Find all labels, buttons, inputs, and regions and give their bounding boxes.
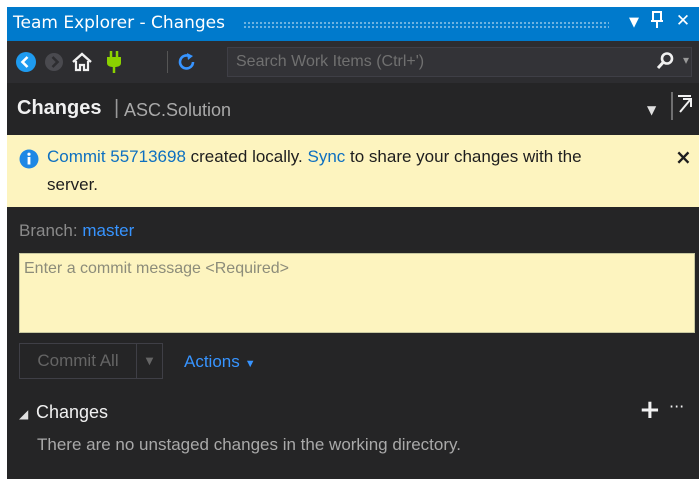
info-message-line1: Commit 55713698 created locally. Sync to… <box>47 147 582 167</box>
more-options-icon[interactable]: ··· <box>669 397 684 416</box>
popout-icon[interactable] <box>671 91 693 125</box>
collapse-triangle-icon[interactable]: ◢ <box>19 407 28 421</box>
back-arrow-icon <box>16 52 36 72</box>
info-bar: Commit 55713698 created locally. Sync to… <box>7 135 699 207</box>
window-dropdown-icon[interactable]: ▼ <box>625 15 643 30</box>
add-icon[interactable]: + <box>639 395 661 425</box>
page-header: Changes | ASC.Solution ▼ <box>7 83 699 135</box>
actions-label: Actions <box>184 352 240 371</box>
pin-icon[interactable] <box>648 11 666 34</box>
commit-message-input[interactable]: Enter a commit message <Required> <box>24 260 289 278</box>
commit-message-box[interactable]: Enter a commit message <Required> <box>19 253 695 333</box>
commit-dropdown-button[interactable]: ▼ <box>137 343 163 379</box>
plug-icon <box>107 51 121 73</box>
solution-context: ASC.Solution <box>124 100 232 120</box>
forward-button[interactable] <box>41 49 67 75</box>
refresh-button[interactable] <box>174 49 200 75</box>
page-dropdown-icon[interactable]: ▼ <box>647 103 656 117</box>
page-title: Changes <box>17 97 102 119</box>
title-separator: | <box>114 97 120 119</box>
toolbar-separator <box>167 51 168 73</box>
search-dropdown-icon[interactable]: ▾ <box>683 53 689 67</box>
home-icon <box>72 52 92 72</box>
actions-menu[interactable]: Actions ▼ <box>184 352 256 372</box>
close-window-icon[interactable]: ✕ <box>674 11 692 31</box>
search-input[interactable]: Search Work Items (Ctrl+') <box>236 53 424 71</box>
changes-section-title[interactable]: Changes <box>36 402 108 423</box>
empty-changes-message: There are no unstaged changes in the wor… <box>37 435 461 454</box>
info-text-rest: to share your changes with the <box>345 147 582 166</box>
info-close-button[interactable]: × <box>675 145 692 169</box>
chevron-down-icon: ▼ <box>244 358 256 370</box>
window-title: Team Explorer - Changes <box>13 13 226 33</box>
branch-row: Branch: master <box>19 221 134 241</box>
title-bar: Team Explorer - Changes ▼ ✕ <box>7 7 699 41</box>
toolbar: Search Work Items (Ctrl+') ▾ <box>7 41 699 83</box>
commit-all-button[interactable]: Commit All <box>19 343 137 379</box>
info-message-line2: server. <box>47 175 99 194</box>
refresh-icon <box>178 53 195 70</box>
commit-link[interactable]: Commit 55713698 <box>47 147 186 166</box>
search-icon[interactable] <box>655 51 675 75</box>
connect-button[interactable] <box>101 49 127 75</box>
branch-label: Branch: <box>19 221 78 240</box>
back-button[interactable] <box>13 49 39 75</box>
search-work-items[interactable]: Search Work Items (Ctrl+') ▾ <box>227 47 692 77</box>
info-icon <box>19 149 39 173</box>
branch-link[interactable]: master <box>82 221 134 240</box>
forward-arrow-icon <box>45 53 63 71</box>
team-explorer-window: Team Explorer - Changes ▼ ✕ Search Work … <box>7 7 699 479</box>
sync-link[interactable]: Sync <box>308 147 346 166</box>
info-text-created: created locally. <box>185 147 308 166</box>
home-button[interactable] <box>69 49 95 75</box>
title-grip[interactable] <box>243 21 609 28</box>
